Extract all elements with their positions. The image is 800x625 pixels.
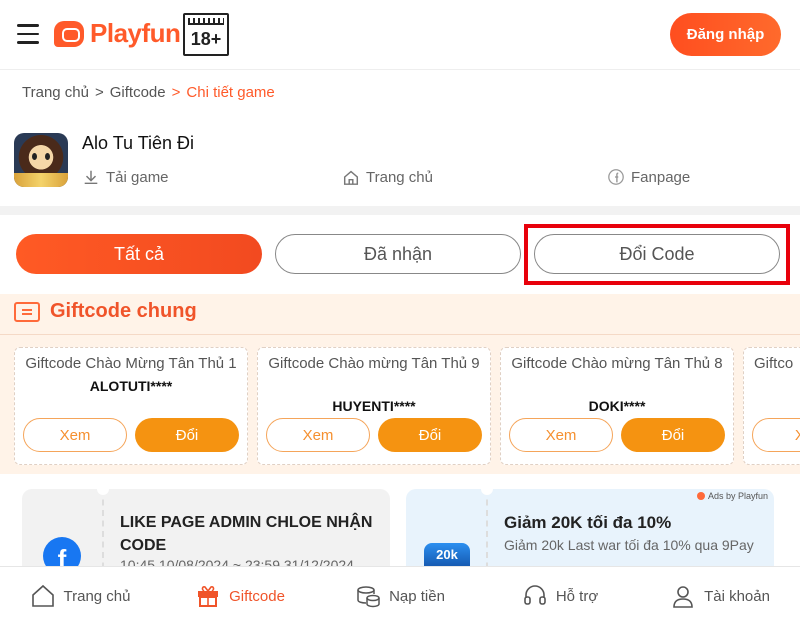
ads-tag: Ads by Playfun <box>696 491 768 501</box>
giftcode-card[interactable]: Giftcode Chào mừng Tân Thủ 8 DOKI**** Xe… <box>500 347 734 465</box>
login-button[interactable]: Đăng nhập <box>670 13 781 56</box>
game-title: Alo Tu Tiên Đi <box>82 133 195 153</box>
giftcode-section-header: Giftcode chung <box>14 300 197 323</box>
headset-icon <box>524 585 546 605</box>
nav-giftcode[interactable]: Giftcode <box>160 567 320 625</box>
news-title: LIKE PAGE ADMIN CHLOE NHẬN CODE <box>120 514 373 554</box>
nav-support[interactable]: Hỗ trợ <box>480 567 640 625</box>
section-divider <box>0 206 800 215</box>
promo-subtitle: Giảm 20k Last war tối đa 10% qua 9Pay <box>504 537 754 553</box>
breadcrumb-home[interactable]: Trang chủ <box>22 84 89 101</box>
playfun-logo[interactable]: Playfun <box>54 18 181 49</box>
playfun-logo-icon <box>54 20 84 47</box>
breadcrumb-giftcode[interactable]: Giftcode <box>110 84 166 101</box>
giftcode-card-code: DOKI**** <box>588 398 646 414</box>
swap-button[interactable]: Đổi <box>378 418 482 452</box>
tab-exchange-code[interactable]: Đổi Code <box>534 234 780 274</box>
giftcode-card[interactable]: Giftcode Chào mừng Tân Thủ 9 HUYENTI****… <box>257 347 491 465</box>
view-button[interactable]: Xe <box>752 418 800 452</box>
download-game-link[interactable]: Tải game <box>82 168 169 186</box>
download-game-label: Tải game <box>106 168 169 186</box>
breadcrumb: Trang chủ > Giftcode > Chi tiết game <box>22 84 275 101</box>
download-icon <box>84 170 98 185</box>
facebook-icon <box>608 169 624 185</box>
age-rating-badge: 18+ <box>183 13 229 56</box>
nav-account[interactable]: Tài khoản <box>640 567 800 625</box>
user-icon <box>673 586 693 608</box>
game-homepage-label: Trang chủ <box>366 168 433 186</box>
brand-name: Playfun <box>90 18 181 48</box>
nav-topup[interactable]: Nạp tiền <box>320 567 480 625</box>
bottom-nav: Trang chủ Giftcode Nạp tiền Hỗ trợ Tài k… <box>0 566 800 625</box>
promo-title: Giảm 20K tối đa 10% <box>504 513 672 532</box>
gift-icon <box>198 586 219 607</box>
tab-received[interactable]: Đã nhận <box>275 234 521 274</box>
giftcode-card-title: Giftco <box>754 355 794 372</box>
giftcode-card-title: Giftcode Chào mừng Tân Thủ 9 <box>268 355 480 372</box>
view-button[interactable]: Xem <box>23 418 127 452</box>
ads-label: Ads by Playfun <box>707 491 768 501</box>
section-divider <box>0 334 800 335</box>
giftcode-card-code: ALOTUTI**** <box>89 378 173 394</box>
header: Playfun 18+ Đăng nhập <box>0 0 800 70</box>
nav-home[interactable]: Trang chủ <box>0 567 160 625</box>
game-homepage-link[interactable]: Trang chủ <box>342 168 433 186</box>
nav-home-label: Trang chủ <box>63 587 131 605</box>
nav-account-label: Tài khoản <box>704 587 770 605</box>
fanpage-link[interactable]: Fanpage <box>607 168 690 186</box>
playfun-dot-icon <box>696 492 705 500</box>
coins-icon <box>357 586 380 608</box>
view-button[interactable]: Xem <box>266 418 370 452</box>
view-button[interactable]: Xem <box>509 418 613 452</box>
giftcode-section-title: Giftcode chung <box>50 300 197 322</box>
giftcode-card-title: Giftcode Chào mừng Tân Thủ 8 <box>511 355 723 372</box>
giftcode-card-title: Giftcode Chào Mừng Tân Thủ 1 <box>25 355 237 372</box>
giftcode-card-code: HUYENTI**** <box>332 398 416 414</box>
swap-button[interactable]: Đổi <box>135 418 239 452</box>
nav-topup-label: Nạp tiền <box>389 587 445 605</box>
breadcrumb-separator: > <box>171 84 181 101</box>
home-icon <box>343 170 359 185</box>
game-avatar <box>14 133 68 187</box>
breadcrumb-current: Chi tiết game <box>186 84 275 101</box>
giftcode-card[interactable]: Giftcode Chào Mừng Tân Thủ 1 ALOTUTI****… <box>14 347 248 465</box>
nav-giftcode-label: Giftcode <box>229 587 285 605</box>
home-icon <box>31 584 54 607</box>
age-rating-text: 18+ <box>190 29 222 49</box>
fanpage-label: Fanpage <box>631 168 691 186</box>
nav-support-label: Hỗ trợ <box>555 587 599 605</box>
breadcrumb-separator: > <box>94 84 104 101</box>
ticket-icon <box>14 301 40 322</box>
giftcode-card[interactable]: Giftco Xe <box>743 347 800 465</box>
tab-all[interactable]: Tất cả <box>16 234 262 274</box>
swap-button[interactable]: Đổi <box>621 418 725 452</box>
hamburger-icon[interactable] <box>17 24 39 44</box>
